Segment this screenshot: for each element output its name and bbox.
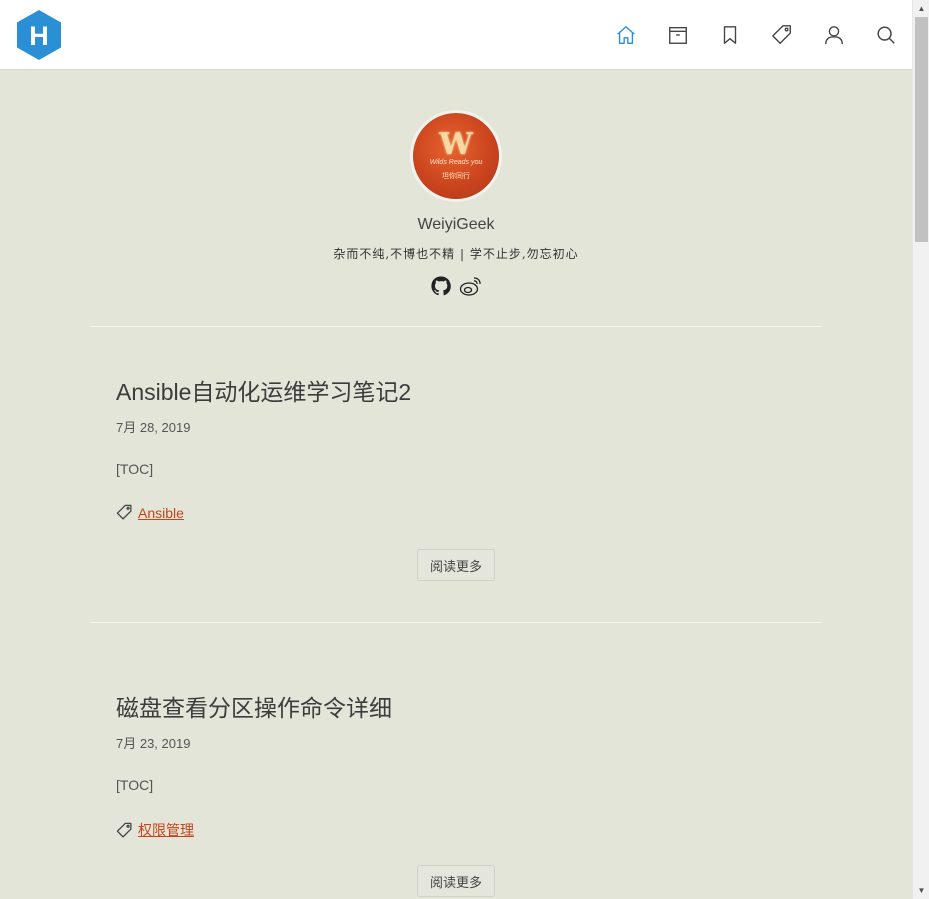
avatar-caption: Wilds Reads you: [429, 159, 483, 166]
bookmark-icon: [723, 26, 737, 44]
post-date: 7月 28, 2019: [116, 420, 191, 435]
tag-icon: [116, 822, 132, 838]
search-icon: [877, 26, 895, 44]
user-icon: [825, 26, 843, 45]
scroll-up-arrow-icon[interactable]: ▲: [913, 0, 929, 17]
nav-search[interactable]: [860, 20, 912, 50]
nav-about[interactable]: [808, 20, 860, 50]
archive-icon: [669, 26, 687, 44]
post-date: 7月 23, 2019: [116, 736, 191, 751]
read-more-button[interactable]: 阅读更多: [417, 865, 495, 897]
social-links: [91, 274, 821, 298]
nav-bookmark[interactable]: [704, 20, 756, 50]
scroll-down-arrow-icon[interactable]: ▼: [913, 882, 929, 899]
post-title[interactable]: 磁盘查看分区操作命令详细: [116, 689, 796, 723]
nav-home[interactable]: [600, 20, 652, 50]
avatar-caption-cn: 坦你同行: [442, 173, 470, 180]
post-title[interactable]: Ansible自动化运维学习笔记2: [116, 373, 796, 407]
github-icon[interactable]: [429, 274, 453, 298]
post-excerpt: [TOC]: [116, 777, 154, 793]
avatar[interactable]: W Wilds Reads you 坦你同行: [410, 110, 502, 202]
avatar-letter: W: [439, 127, 473, 162]
site-header: H: [0, 0, 912, 70]
author-name: WeiyiGeek: [417, 216, 495, 233]
logo-letter: H: [29, 21, 49, 51]
post-card: Ansible自动化运维学习笔记2 7月 28, 2019 [TOC] Ansi…: [116, 373, 796, 521]
author-profile: W Wilds Reads you 坦你同行 WeiyiGeek 杂而不纯,不博…: [91, 110, 821, 298]
scroll-thumb[interactable]: [915, 17, 928, 242]
divider: [91, 622, 821, 623]
tag-icon: [116, 504, 132, 520]
tag-icon: [772, 25, 791, 44]
post-excerpt: [TOC]: [116, 461, 154, 477]
nav-tags[interactable]: [756, 20, 808, 50]
post-tags: 权限管理: [116, 820, 796, 840]
vertical-scrollbar[interactable]: ▲ ▼: [912, 0, 929, 899]
home-icon: [617, 26, 635, 44]
post-tags: Ansible: [116, 504, 796, 521]
read-more-button[interactable]: 阅读更多: [417, 549, 495, 581]
main-nav: [600, 20, 912, 50]
weibo-icon[interactable]: [459, 274, 483, 298]
site-logo[interactable]: H: [16, 9, 62, 61]
author-motto: 杂而不纯,不博也不精 | 学不止步,勿忘初心: [333, 247, 579, 261]
divider: [91, 326, 821, 327]
post-card: 磁盘查看分区操作命令详细 7月 23, 2019 [TOC] 权限管理: [116, 689, 796, 840]
nav-archive[interactable]: [652, 20, 704, 50]
post-tag-link[interactable]: 权限管理: [138, 820, 194, 840]
post-tag-link[interactable]: Ansible: [138, 505, 184, 521]
